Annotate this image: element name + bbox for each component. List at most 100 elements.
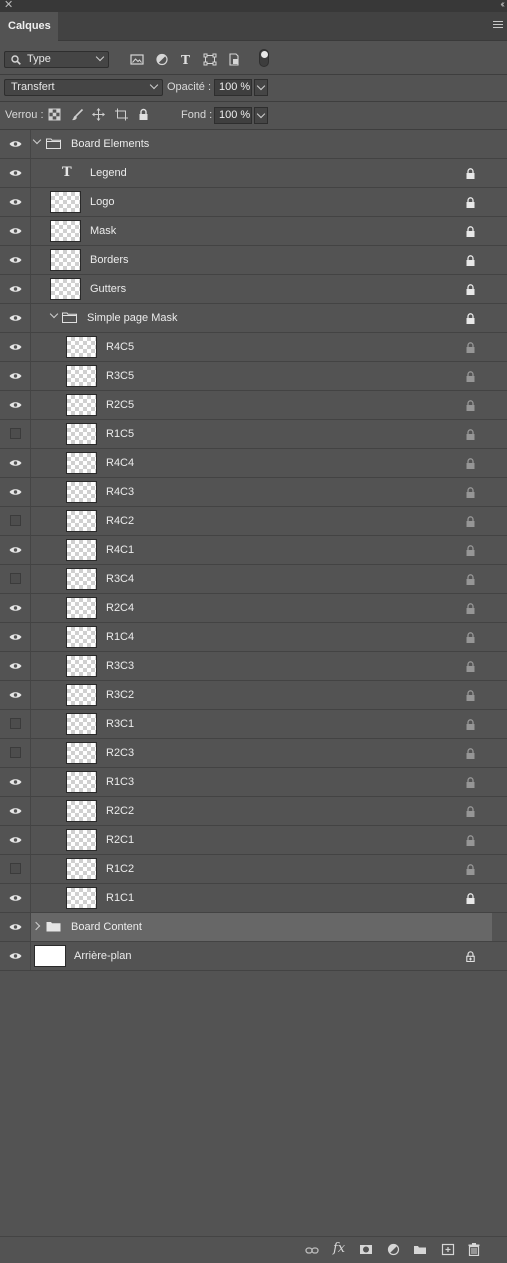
layer-row[interactable]: R1C3 [0,768,507,797]
panel-menu-icon[interactable] [493,21,503,30]
visibility-eye-icon[interactable] [9,546,22,554]
visibility-toggle[interactable] [0,594,31,622]
visibility-eye-icon[interactable] [9,633,22,641]
layer-row[interactable]: R1C2 [0,855,507,884]
lock-artboard-icon[interactable] [115,108,128,121]
visibility-toggle[interactable] [0,623,31,651]
visibility-toggle[interactable] [0,188,31,216]
visibility-toggle[interactable] [0,913,31,941]
tab-layers[interactable]: Calques [0,12,58,41]
visibility-toggle[interactable] [0,739,31,767]
visibility-toggle[interactable] [0,391,31,419]
filter-kind-select[interactable]: Type [4,51,109,68]
visibility-toggle[interactable] [0,304,31,332]
filter-adjustment-icon[interactable] [155,53,169,66]
visibility-eye-icon[interactable] [9,256,22,264]
filter-shape-icon[interactable] [203,53,217,66]
layer-row[interactable]: Mask [0,217,507,246]
adjustment-layer-icon[interactable] [387,1243,401,1256]
layer-row[interactable]: R4C2 [0,507,507,536]
visibility-toggle[interactable] [0,159,31,187]
visibility-eye-icon[interactable] [9,488,22,496]
visibility-toggle[interactable] [0,826,31,854]
visibility-eye-icon[interactable] [9,778,22,786]
layer-row[interactable]: Arrière-plan [0,942,507,971]
visibility-empty-box[interactable] [10,515,21,526]
layer-row[interactable]: R3C3 [0,652,507,681]
layer-row[interactable]: R2C3 [0,739,507,768]
layer-row[interactable]: R4C4 [0,449,507,478]
layer-row[interactable]: T Legend [0,159,507,188]
visibility-eye-icon[interactable] [9,807,22,815]
visibility-eye-icon[interactable] [9,372,22,380]
visibility-eye-icon[interactable] [9,401,22,409]
chevron-down-icon[interactable] [49,309,59,319]
blend-mode-select[interactable]: Transfert [4,79,163,96]
layer-row[interactable]: R3C2 [0,681,507,710]
filter-type-icon[interactable]: T [179,53,193,66]
layer-row[interactable]: R2C1 [0,826,507,855]
layer-row[interactable]: Gutters [0,275,507,304]
visibility-eye-icon[interactable] [9,343,22,351]
lock-all-icon[interactable] [137,108,150,121]
visibility-eye-icon[interactable] [9,662,22,670]
visibility-eye-icon[interactable] [9,140,22,148]
visibility-eye-icon[interactable] [9,691,22,699]
layer-row[interactable]: R2C2 [0,797,507,826]
visibility-toggle[interactable] [0,507,31,535]
visibility-toggle[interactable] [0,478,31,506]
visibility-eye-icon[interactable] [9,836,22,844]
visibility-toggle[interactable] [0,768,31,796]
layer-row[interactable]: Board Elements [0,130,507,159]
visibility-empty-box[interactable] [10,573,21,584]
visibility-toggle[interactable] [0,884,31,912]
layer-row[interactable]: R3C5 [0,362,507,391]
layer-row[interactable]: Simple page Mask [0,304,507,333]
add-mask-icon[interactable] [359,1243,373,1256]
lock-position-move-icon[interactable] [92,108,105,121]
link-layers-icon[interactable] [305,1244,319,1257]
lock-pixels-brush-icon[interactable] [71,108,84,121]
layer-row[interactable]: R1C1 [0,884,507,913]
layer-row[interactable]: R2C5 [0,391,507,420]
visibility-eye-icon[interactable] [9,923,22,931]
visibility-toggle[interactable] [0,942,31,970]
visibility-empty-box[interactable] [10,863,21,874]
visibility-eye-icon[interactable] [9,894,22,902]
visibility-toggle[interactable] [0,449,31,477]
fill-input[interactable]: 100 % [214,107,252,124]
filter-pixel-icon[interactable] [130,53,144,66]
visibility-eye-icon[interactable] [9,314,22,322]
visibility-toggle[interactable] [0,217,31,245]
close-panel-button[interactable]: ✕ [4,0,13,11]
filter-toggle-switch[interactable] [259,49,269,67]
visibility-toggle[interactable] [0,536,31,564]
layer-row[interactable]: R3C4 [0,565,507,594]
visibility-toggle[interactable] [0,246,31,274]
layer-row[interactable]: Board Content [0,913,507,942]
visibility-toggle[interactable] [0,855,31,883]
chevron-down-icon[interactable] [32,135,42,145]
layer-row[interactable]: Borders [0,246,507,275]
lock-transparency-icon[interactable] [48,108,61,121]
visibility-eye-icon[interactable] [9,285,22,293]
new-group-folder-icon[interactable] [413,1243,427,1256]
visibility-eye-icon[interactable] [9,169,22,177]
visibility-toggle[interactable] [0,710,31,738]
layer-row[interactable]: R4C1 [0,536,507,565]
visibility-toggle[interactable] [0,565,31,593]
layer-row[interactable]: R2C4 [0,594,507,623]
visibility-empty-box[interactable] [10,428,21,439]
visibility-empty-box[interactable] [10,718,21,729]
visibility-eye-icon[interactable] [9,952,22,960]
fill-dropdown-button[interactable] [254,107,268,124]
layer-style-fx-icon[interactable]: fx [333,1241,345,1256]
layer-row[interactable]: R4C3 [0,478,507,507]
visibility-toggle[interactable] [0,797,31,825]
visibility-toggle[interactable] [0,652,31,680]
layer-row[interactable]: R3C1 [0,710,507,739]
visibility-eye-icon[interactable] [9,604,22,612]
visibility-eye-icon[interactable] [9,459,22,467]
visibility-toggle[interactable] [0,420,31,448]
layer-row[interactable]: Logo [0,188,507,217]
